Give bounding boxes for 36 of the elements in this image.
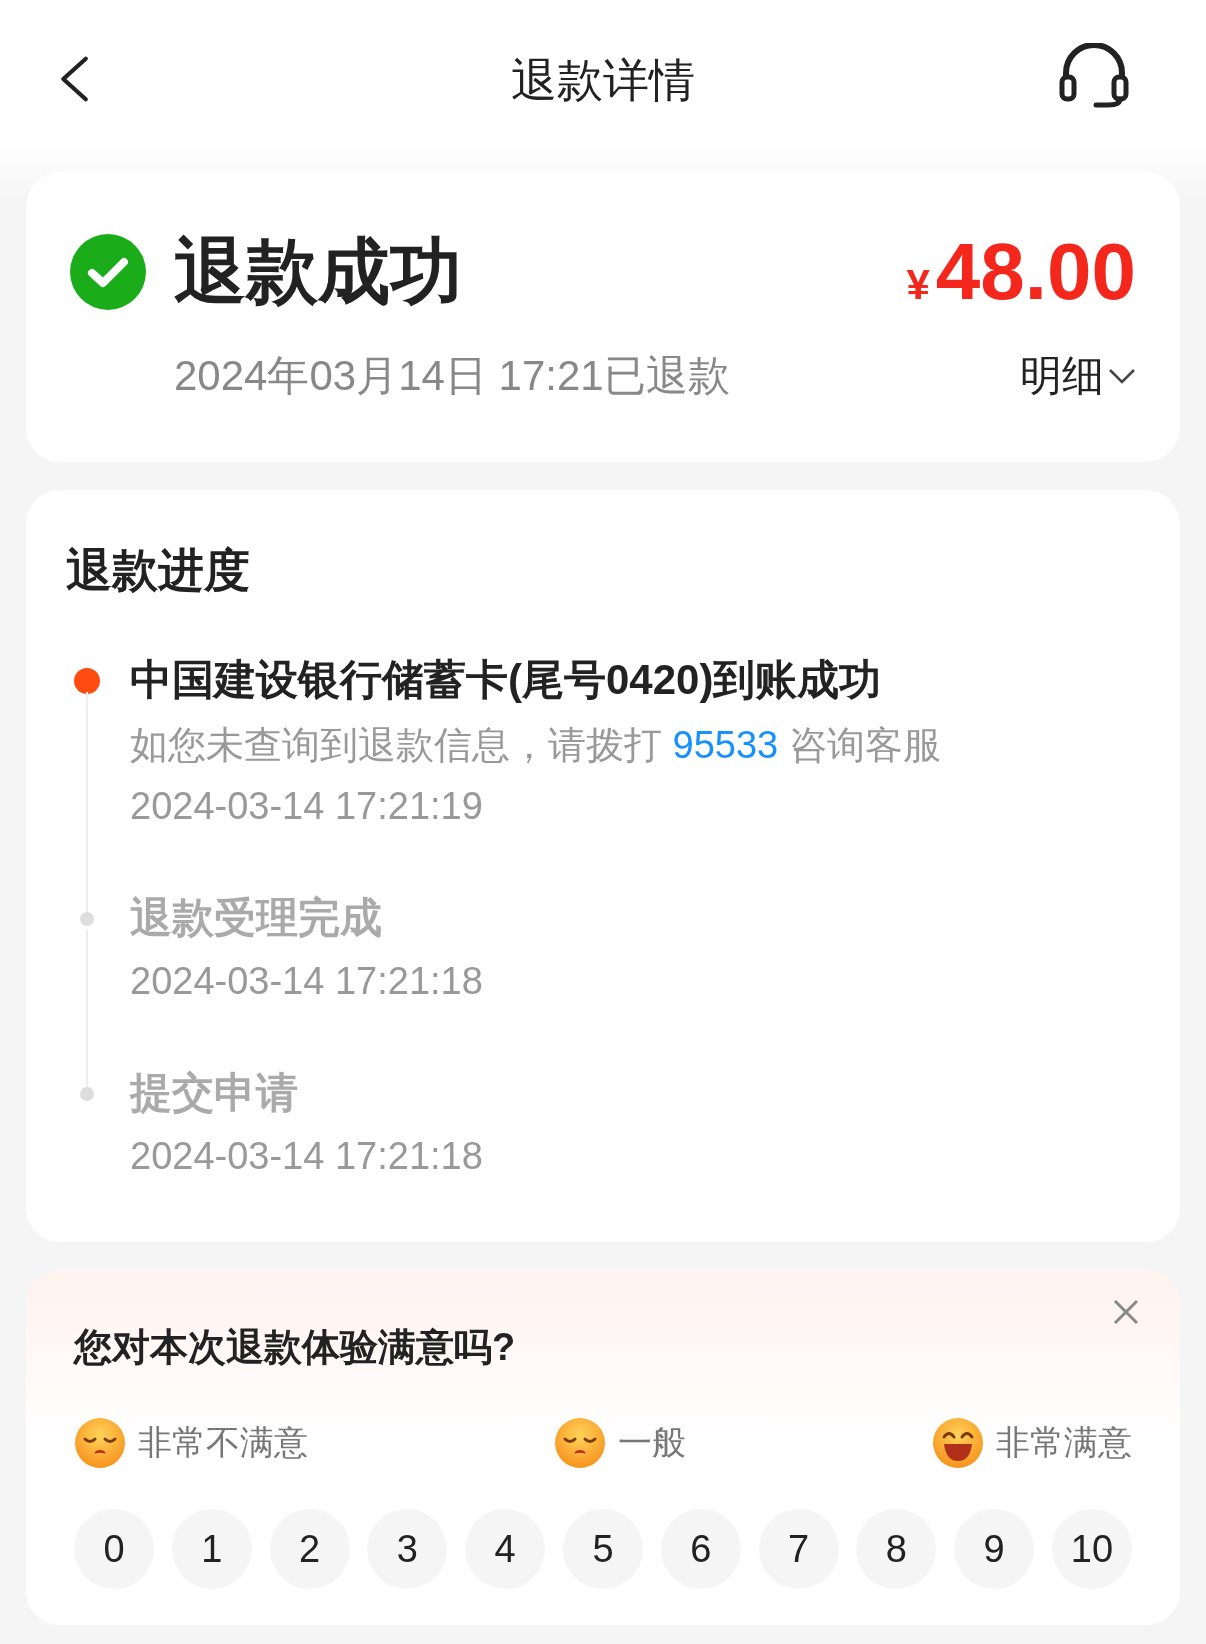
rating-button[interactable]: 5	[563, 1509, 643, 1589]
step-time: 2024-03-14 17:21:18	[130, 960, 483, 1003]
rating-button[interactable]: 9	[954, 1509, 1035, 1589]
rating-button[interactable]: 1	[171, 1509, 252, 1589]
step-note: 如您未查询到退款信息，请拨打 95533 咨询客服	[130, 723, 941, 768]
rating-button[interactable]: 6	[660, 1509, 741, 1589]
sleepy-face-icon	[554, 1417, 606, 1469]
rating-button[interactable]: 4	[465, 1509, 546, 1589]
page-title: 退款详情	[511, 53, 695, 108]
scale-label: 非常不满意	[138, 1422, 308, 1463]
rating-button[interactable]: 0	[74, 1509, 154, 1589]
back-icon[interactable]	[58, 55, 90, 103]
close-icon[interactable]	[1112, 1298, 1140, 1326]
survey-question: 您对本次退款体验满意吗?	[74, 1325, 517, 1370]
step-time: 2024-03-14 17:21:18	[130, 1135, 483, 1178]
refund-amount: ¥48.00	[906, 226, 1136, 318]
check-circle-icon	[70, 234, 146, 310]
step-title: 退款受理完成	[130, 893, 383, 943]
laughing-face-icon	[932, 1417, 984, 1469]
headset-icon[interactable]	[1058, 43, 1130, 109]
rating-button[interactable]: 3	[367, 1509, 448, 1589]
chevron-down-icon	[1108, 368, 1136, 384]
scale-label: 一般	[618, 1422, 686, 1463]
rating-button[interactable]: 8	[856, 1509, 937, 1589]
sleepy-face-icon	[74, 1417, 126, 1469]
rating-button[interactable]: 2	[269, 1509, 350, 1589]
step-title: 中国建设银行储蓄卡(尾号0420)到账成功	[130, 655, 883, 705]
rating-button[interactable]: 7	[758, 1509, 839, 1589]
step-time: 2024-03-14 17:21:19	[130, 785, 484, 828]
detail-link[interactable]: 明细	[1020, 348, 1136, 404]
step-title: 提交申请	[130, 1068, 299, 1118]
refund-time: 2024年03月14日 17:21已退款	[174, 351, 730, 401]
rating-button[interactable]: 10	[1051, 1509, 1132, 1589]
section-title: 退款进度	[66, 543, 251, 598]
status-title: 退款成功	[174, 230, 462, 313]
scale-label: 非常满意	[996, 1422, 1132, 1463]
